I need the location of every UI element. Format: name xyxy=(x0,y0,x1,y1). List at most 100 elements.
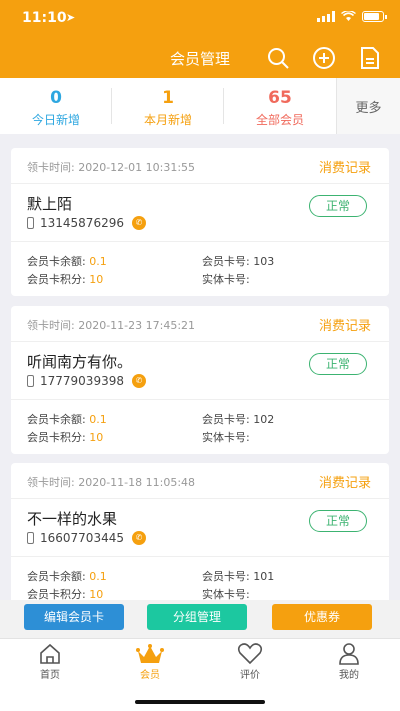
member-info: 不一样的水果 16607703445 ✆ 正常 xyxy=(11,499,389,557)
member-info: 默上陌 13145876296 ✆ 正常 xyxy=(11,184,389,242)
home-icon xyxy=(40,643,60,664)
battery-icon xyxy=(362,11,387,22)
tab-members[interactable]: 会员 xyxy=(120,643,180,681)
wifi-icon xyxy=(341,11,356,21)
tab-mine[interactable]: 我的 xyxy=(319,643,379,681)
physical-card-label: 实体卡号: xyxy=(202,273,250,286)
member-phone: 13145876296 xyxy=(40,216,124,230)
stat-label: 本月新增 xyxy=(143,113,192,127)
points-row: 会员卡积分: 10 xyxy=(27,429,103,445)
points-value: 10 xyxy=(89,273,104,286)
member-name: 默上陌 xyxy=(27,195,73,213)
stat-label: 今日新增 xyxy=(31,113,80,127)
balance-value: 0.1 xyxy=(89,413,107,426)
tab-label: 评价 xyxy=(240,670,260,681)
points-row: 会员卡积分: 10 xyxy=(27,271,103,287)
member-info: 听闻南方有你。 17779039398 ✆ 正常 xyxy=(11,342,389,400)
card-details: 会员卡余额: 0.1 会员卡积分: 10 会员卡号: 101 实体卡号: xyxy=(11,557,389,600)
card-details: 会员卡余额: 0.1 会员卡积分: 10 会员卡号: 103 实体卡号: xyxy=(11,242,389,298)
heart-icon xyxy=(237,643,263,665)
status-badge: 正常 xyxy=(309,510,367,532)
points-row: 会员卡积分: 10 xyxy=(27,586,103,600)
search-icon[interactable] xyxy=(266,46,290,70)
balance-row: 会员卡余额: 0.1 xyxy=(27,411,107,427)
mobile-icon xyxy=(27,217,34,229)
card-details: 会员卡余额: 0.1 会员卡积分: 10 会员卡号: 102 实体卡号: xyxy=(11,400,389,456)
stat-label: 全部会员 xyxy=(255,113,304,127)
balance-label: 会员卡余额: xyxy=(27,255,86,268)
card-header: 领卡时间: 2020-11-18 11:05:48 消费记录 xyxy=(11,463,389,499)
status-indicators xyxy=(317,11,387,22)
mobile-icon xyxy=(27,375,34,387)
action-bar: 编辑会员卡 分组管理 优惠券 xyxy=(0,600,400,638)
status-bar: 11:10 ➤ xyxy=(0,0,400,38)
card-no-value: 101 xyxy=(253,570,275,583)
member-card[interactable]: 领卡时间: 2020-11-18 11:05:48 消费记录 不一样的水果 16… xyxy=(11,463,389,600)
tab-reviews[interactable]: 评价 xyxy=(220,643,280,681)
group-management-button[interactable]: 分组管理 xyxy=(147,604,247,630)
balance-value: 0.1 xyxy=(89,255,107,268)
document-icon[interactable] xyxy=(358,46,382,70)
card-no-label: 会员卡号: xyxy=(202,570,250,583)
page-title: 会员管理 xyxy=(169,50,230,68)
add-icon[interactable] xyxy=(312,46,336,70)
coupon-button[interactable]: 优惠券 xyxy=(272,604,372,630)
points-label: 会员卡积分: xyxy=(27,431,86,444)
stat-value: 0 xyxy=(50,88,62,108)
call-icon[interactable]: ✆ xyxy=(131,374,146,388)
card-header: 领卡时间: 2020-12-01 10:31:55 消费记录 xyxy=(11,148,389,184)
member-name: 听闻南方有你。 xyxy=(27,353,133,371)
card-no-label: 会员卡号: xyxy=(202,255,250,268)
status-badge: 正常 xyxy=(309,195,367,217)
card-no-label: 会员卡号: xyxy=(202,413,250,426)
app-header: 11:10 ➤ 会员管理 xyxy=(0,0,400,78)
points-value: 10 xyxy=(89,588,104,600)
consumption-record-link[interactable]: 消费记录 xyxy=(319,315,371,334)
physical-card-label: 实体卡号: xyxy=(202,431,250,444)
stat-month-new[interactable]: 1 本月新增 xyxy=(112,78,224,134)
location-arrow-icon: ➤ xyxy=(66,11,76,24)
consumption-record-link[interactable]: 消费记录 xyxy=(319,157,371,176)
mobile-icon xyxy=(27,532,34,544)
stat-all-members[interactable]: 65 全部会员 xyxy=(224,78,336,134)
card-time: 领卡时间: 2020-11-23 17:45:21 xyxy=(27,319,196,332)
tab-label: 我的 xyxy=(339,670,359,681)
crown-icon xyxy=(136,644,164,663)
points-value: 10 xyxy=(89,431,104,444)
tab-home[interactable]: 首页 xyxy=(20,643,80,681)
card-header: 领卡时间: 2020-11-23 17:45:21 消费记录 xyxy=(11,306,389,342)
stats-bar: 0 今日新增 1 本月新增 65 全部会员 更多 xyxy=(0,78,400,134)
card-no-value: 103 xyxy=(253,255,275,268)
balance-label: 会员卡余额: xyxy=(27,570,86,583)
points-label: 会员卡积分: xyxy=(27,273,86,286)
signal-icon xyxy=(317,11,335,22)
member-name: 不一样的水果 xyxy=(27,510,118,528)
card-no-row: 会员卡号: 101 xyxy=(202,568,274,584)
call-icon[interactable]: ✆ xyxy=(131,531,146,545)
call-icon[interactable]: ✆ xyxy=(131,216,146,230)
balance-label: 会员卡余额: xyxy=(27,413,86,426)
stat-today-new[interactable]: 0 今日新增 xyxy=(0,78,112,134)
status-time: 11:10 xyxy=(22,10,67,26)
member-phone-row: 13145876296 ✆ xyxy=(27,216,146,230)
stat-value: 1 xyxy=(162,88,174,108)
card-time: 领卡时间: 2020-11-18 11:05:48 xyxy=(27,476,196,489)
member-card[interactable]: 领卡时间: 2020-11-23 17:45:21 消费记录 听闻南方有你。 1… xyxy=(11,306,389,454)
home-indicator xyxy=(135,700,265,704)
more-button[interactable]: 更多 xyxy=(336,78,400,134)
member-phone: 17779039398 xyxy=(40,374,124,388)
physical-card-row: 实体卡号: xyxy=(202,586,250,600)
balance-row: 会员卡余额: 0.1 xyxy=(27,568,107,584)
member-phone-row: 16607703445 ✆ xyxy=(27,531,146,545)
balance-value: 0.1 xyxy=(89,570,107,583)
card-no-row: 会员卡号: 103 xyxy=(202,253,274,269)
points-label: 会员卡积分: xyxy=(27,588,86,600)
card-no-value: 102 xyxy=(253,413,275,426)
member-card[interactable]: 领卡时间: 2020-12-01 10:31:55 消费记录 默上陌 13145… xyxy=(11,148,389,296)
status-badge: 正常 xyxy=(309,353,367,375)
tab-label: 会员 xyxy=(140,670,160,681)
edit-member-card-button[interactable]: 编辑会员卡 xyxy=(24,604,124,630)
card-time: 领卡时间: 2020-12-01 10:31:55 xyxy=(27,161,196,174)
consumption-record-link[interactable]: 消费记录 xyxy=(319,472,371,491)
physical-card-label: 实体卡号: xyxy=(202,588,250,600)
